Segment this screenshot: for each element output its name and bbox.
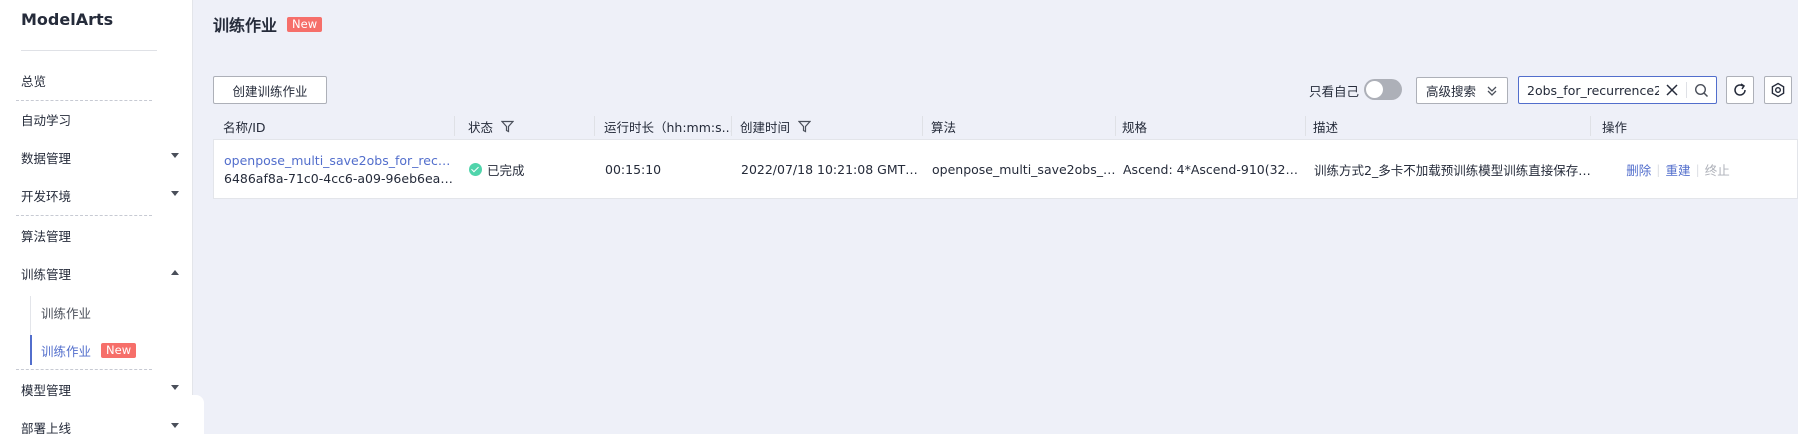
clear-icon[interactable] bbox=[1665, 83, 1679, 97]
duration-value: 00:15:10 bbox=[605, 161, 662, 177]
action-separator: | bbox=[1656, 161, 1661, 177]
sidebar-item-training-management[interactable]: 训练管理 bbox=[0, 254, 192, 292]
advanced-search-dropdown[interactable]: 高级搜索 bbox=[1416, 77, 1508, 104]
chevron-down-icon bbox=[171, 385, 179, 390]
advanced-search-label: 高级搜索 bbox=[1426, 84, 1477, 99]
created-value: 2022/07/18 10:21:08 GMT+0... bbox=[741, 161, 924, 177]
refresh-button[interactable] bbox=[1726, 76, 1754, 104]
rebuild-link[interactable]: 重建 bbox=[1665, 160, 1690, 179]
table-row: openpose_multi_save2obs_for_recurre... 6… bbox=[213, 139, 1798, 199]
page-title: 训练作业 New bbox=[213, 12, 323, 36]
cell-status: 已完成 bbox=[469, 140, 596, 198]
search-input[interactable] bbox=[1527, 82, 1659, 98]
terminate-link: 终止 bbox=[1704, 162, 1730, 178]
column-header-description: 描述 bbox=[1313, 113, 1591, 139]
gear-icon bbox=[1771, 82, 1785, 98]
sidebar-collapse-handle[interactable] bbox=[190, 395, 204, 434]
sidebar-item-auto-learning[interactable]: 自动学习 bbox=[0, 100, 192, 138]
brand-logo[interactable]: ModelArts bbox=[21, 10, 113, 29]
create-training-job-button[interactable]: 创建训练作业 bbox=[213, 76, 327, 104]
sidebar-item-label: 模型管理 bbox=[21, 382, 72, 398]
delete-link[interactable]: 删除 bbox=[1626, 160, 1651, 179]
action-separator: | bbox=[1695, 161, 1700, 177]
description-value: 训练方式2_多卡不加载预训练模型训练直接保存到obs bbox=[1314, 162, 1592, 178]
sidebar-item-data-management[interactable]: 数据管理 bbox=[0, 138, 192, 176]
sidebar-item-label: 训练作业 bbox=[41, 343, 92, 359]
divider bbox=[21, 50, 157, 51]
settings-button[interactable] bbox=[1764, 76, 1792, 104]
status-badge: 已完成 bbox=[469, 160, 596, 179]
column-header-label: 操作 bbox=[1602, 119, 1628, 135]
cell-duration: 00:15:10 bbox=[605, 140, 733, 198]
column-header-algorithm: 算法 bbox=[931, 113, 1116, 139]
sidebar-item-label: 算法管理 bbox=[21, 228, 72, 244]
sidebar-subitem-training-jobs[interactable]: 训练作业 bbox=[30, 297, 192, 327]
column-separator bbox=[1590, 116, 1591, 136]
chevron-down-icon bbox=[171, 153, 179, 158]
column-header-label: 名称/ID bbox=[223, 119, 266, 135]
sidebar-item-overview[interactable]: 总览 bbox=[0, 61, 192, 99]
sidebar-subitem-training-jobs-new[interactable]: 训练作业 New bbox=[30, 335, 192, 365]
sidebar-item-label: 总览 bbox=[21, 73, 47, 89]
toggle-knob bbox=[1366, 81, 1383, 98]
column-header-status[interactable]: 状态 bbox=[468, 113, 595, 139]
chevron-down-icon bbox=[171, 423, 179, 428]
job-name-link[interactable]: openpose_multi_save2obs_for_recurre... bbox=[224, 153, 456, 168]
column-separator bbox=[1115, 116, 1116, 136]
search-icon[interactable] bbox=[1694, 83, 1709, 98]
sidebar-item-model-management[interactable]: 模型管理 bbox=[0, 370, 192, 408]
column-header-label: 创建时间 bbox=[740, 119, 791, 135]
cell-name-id: openpose_multi_save2obs_for_recurre... 6… bbox=[224, 140, 456, 198]
refresh-icon bbox=[1734, 83, 1746, 96]
sidebar-item-algorithm-management[interactable]: 算法管理 bbox=[0, 216, 192, 254]
cell-description: 训练方式2_多卡不加载预训练模型训练直接保存到obs bbox=[1314, 140, 1592, 198]
column-separator bbox=[1305, 116, 1306, 136]
column-header-label: 描述 bbox=[1313, 119, 1339, 135]
column-header-name: 名称/ID bbox=[223, 113, 455, 139]
column-header-duration: 运行时长（hh:mm:s... bbox=[604, 113, 732, 139]
job-id: 6486af8a-71c0-4cc6-a09-96eb6eaf1... bbox=[224, 170, 456, 186]
divider bbox=[1686, 82, 1687, 98]
table-header: 名称/ID 状态 运行时长（hh:mm:s... 创建时间 算法 规格 描述 操… bbox=[213, 113, 1798, 139]
sidebar: ModelArts 总览 自动学习 数据管理 开发环境 算法管理 训练管理 训练… bbox=[0, 0, 193, 434]
success-check-icon bbox=[469, 162, 482, 176]
page-title-text: 训练作业 bbox=[213, 16, 278, 35]
only-me-toggle[interactable] bbox=[1364, 79, 1402, 100]
column-separator bbox=[922, 116, 923, 136]
column-header-actions: 操作 bbox=[1602, 113, 1752, 139]
sidebar-item-label: 训练管理 bbox=[21, 266, 72, 282]
chevron-down-icon bbox=[171, 191, 179, 196]
double-chevron-down-icon bbox=[1487, 86, 1497, 96]
column-separator bbox=[731, 116, 732, 136]
sidebar-item-label: 开发环境 bbox=[21, 188, 72, 204]
spec-value: Ascend: 4*Ascend-910(32GB)... bbox=[1123, 161, 1307, 177]
new-badge: New bbox=[101, 342, 137, 358]
filter-icon[interactable] bbox=[798, 120, 812, 133]
chevron-up-icon bbox=[171, 270, 179, 275]
column-header-label: 算法 bbox=[931, 119, 957, 135]
algorithm-value: openpose_multi_save2obs_for... bbox=[932, 161, 1117, 177]
column-header-label: 运行时长（hh:mm:s... bbox=[604, 119, 732, 135]
column-header-spec: 规格 bbox=[1122, 113, 1306, 139]
sidebar-item-label: 部署上线 bbox=[21, 420, 72, 434]
new-badge: New bbox=[287, 16, 323, 32]
filter-icon[interactable] bbox=[501, 120, 515, 133]
column-header-label: 状态 bbox=[468, 119, 494, 135]
column-separator bbox=[594, 116, 595, 136]
search-box bbox=[1518, 76, 1717, 104]
sidebar-item-label: 训练作业 bbox=[41, 305, 92, 321]
sidebar-item-label: 自动学习 bbox=[21, 112, 72, 128]
only-me-label: 只看自己 bbox=[1309, 84, 1360, 99]
cell-actions: 删除 | 重建 | 终止 bbox=[1603, 140, 1753, 198]
cell-created: 2022/07/18 10:21:08 GMT+0... bbox=[741, 140, 924, 198]
cell-spec: Ascend: 4*Ascend-910(32GB)... bbox=[1123, 140, 1307, 198]
column-header-label: 规格 bbox=[1122, 119, 1148, 135]
column-separator bbox=[454, 116, 455, 136]
sidebar-item-dev-env[interactable]: 开发环境 bbox=[0, 176, 192, 214]
column-header-created[interactable]: 创建时间 bbox=[740, 113, 923, 139]
sidebar-item-deployment[interactable]: 部署上线 bbox=[0, 408, 192, 434]
sidebar-item-label: 数据管理 bbox=[21, 150, 72, 166]
cell-algorithm: openpose_multi_save2obs_for... bbox=[932, 140, 1117, 198]
status-text: 已完成 bbox=[487, 162, 525, 178]
